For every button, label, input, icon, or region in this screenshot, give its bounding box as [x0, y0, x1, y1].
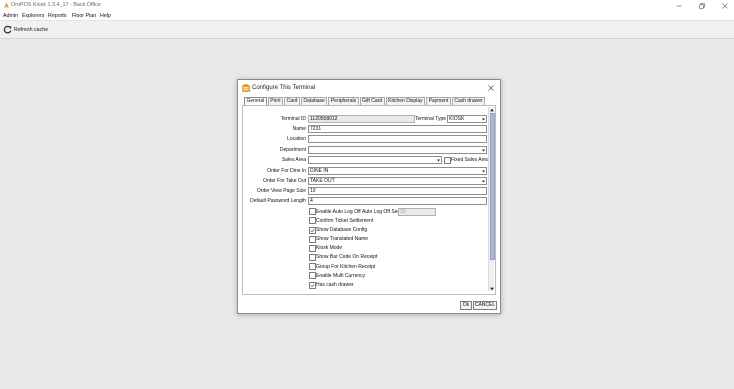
close-window-button[interactable] — [718, 1, 732, 10]
maximize-button[interactable] — [695, 1, 709, 10]
minimize-button[interactable] — [672, 1, 686, 10]
checkmark-icon — [310, 228, 315, 232]
tab-payment[interactable]: Payment — [426, 97, 451, 105]
has-cash-drawer-checkbox[interactable] — [309, 281, 316, 289]
has-cash-drawer-label: Has cash drawer — [316, 282, 354, 288]
minimize-icon — [676, 5, 682, 6]
show-translated-name-checkbox[interactable] — [309, 235, 316, 243]
show-database-config-checkbox[interactable] — [309, 226, 316, 234]
terminal-config-icon — [242, 84, 250, 92]
fixed-sales-area-label: Fixed Sales Area — [451, 157, 489, 163]
panel-scrollbar[interactable] — [488, 107, 495, 291]
order-view-page-size-field[interactable]: 10 — [308, 187, 487, 195]
group-for-kitchen-receipt-label: Group For Kitchen Receipt — [316, 263, 376, 270]
menu-floor-plan[interactable]: Floor Plan — [72, 13, 96, 19]
show-bar-code-on-receipt-checkbox[interactable] — [309, 253, 316, 261]
terminal-type-select[interactable]: KIOSK — [447, 115, 487, 123]
chevron-down-icon — [482, 118, 485, 120]
checkmark-icon — [310, 283, 315, 287]
restore-icon — [699, 2, 705, 9]
close-icon — [488, 85, 494, 91]
window-titlebar: OroPOS Kiosk 1.3.4_17 - Back Office — [0, 0, 734, 11]
menu-reports[interactable]: Reports — [48, 13, 67, 19]
menu-help[interactable]: Help — [100, 13, 111, 19]
terminal-type-value: KIOSK — [449, 116, 465, 122]
tab-print[interactable]: Print — [267, 97, 284, 105]
tab-cash-drawer[interactable]: Cash drawer — [451, 97, 486, 105]
refresh-cache-label: Refresh cache — [14, 26, 49, 33]
location-label: Location — [287, 136, 306, 142]
refresh-icon — [3, 25, 12, 34]
order-take-out-select[interactable]: TAKE OUT — [308, 177, 487, 185]
scroll-down-button[interactable] — [489, 286, 494, 291]
chevron-down-icon — [482, 170, 485, 172]
scroll-up-button[interactable] — [489, 107, 494, 112]
order-take-out-label: Order For Take Out — [263, 178, 306, 184]
order-dine-in-select[interactable]: DINE IN — [308, 167, 487, 175]
tab-kitchen-display[interactable]: Kitchen Display — [385, 97, 426, 105]
chevron-down-icon — [482, 180, 485, 182]
department-label: Department — [279, 147, 306, 153]
show-translated-name-label: Show Translated Name — [316, 236, 368, 242]
name-field[interactable]: 7231 — [308, 125, 487, 133]
sales-area-select[interactable] — [308, 156, 442, 164]
department-select[interactable] — [308, 146, 487, 154]
ok-button[interactable]: Ok — [460, 301, 472, 310]
terminal-type-label: Terminal Type — [415, 116, 447, 122]
sales-area-label: Sales Area — [281, 157, 306, 163]
menu-explorers[interactable]: Explorers — [22, 13, 44, 19]
default-password-length-label: Default Password Length — [250, 198, 306, 204]
tab-peripherals[interactable]: Peripherals — [328, 97, 359, 105]
order-take-out-value: TAKE OUT — [310, 178, 335, 184]
default-password-length-field[interactable]: 4 — [308, 197, 487, 205]
enable-multi-currency-checkbox[interactable] — [309, 272, 316, 279]
menu-admin[interactable]: Admin — [3, 13, 18, 19]
general-settings-panel: Terminal ID 1120558012 Terminal Type KIO… — [242, 105, 496, 295]
app-logo-icon — [4, 2, 9, 8]
auto-log-off-sec-label: Auto Log Off Sec — [362, 208, 400, 215]
toolbar: Refresh cache — [0, 21, 734, 39]
confirm-ticket-settlement-label: Confirm Ticket Settlement — [316, 217, 374, 224]
show-bar-code-on-receipt-label: Show Bar Code On Receipt — [316, 254, 378, 260]
enable-auto-log-off-checkbox[interactable] — [309, 208, 316, 215]
terminal-id-field: 1120558012 — [308, 115, 415, 123]
order-view-page-size-label: Order View Page Size — [256, 188, 306, 194]
tab-general[interactable]: General — [244, 97, 267, 105]
chevron-down-icon — [437, 159, 440, 161]
confirm-ticket-settlement-checkbox[interactable] — [309, 217, 316, 224]
auto-log-off-sec-field[interactable]: 10 — [398, 207, 436, 216]
enable-auto-log-off-label: Enable Auto Log Off — [316, 208, 361, 215]
dialog-close-button[interactable] — [486, 83, 496, 93]
chevron-down-icon — [489, 287, 494, 290]
tab-database[interactable]: Database — [300, 97, 328, 105]
scroll-thumb[interactable] — [489, 113, 495, 260]
dialog-title: Configure This Terminal — [252, 84, 316, 91]
enable-multi-currency-label: Enable Multi Currency — [316, 272, 366, 279]
order-dine-in-value: DINE IN — [310, 168, 329, 174]
chevron-up-icon — [489, 108, 494, 111]
close-icon — [722, 2, 728, 9]
dialog-titlebar: Configure This Terminal — [238, 80, 500, 96]
tab-card[interactable]: Card — [284, 97, 300, 105]
menu-bar: Admin Explorers Reports Floor Plan Help — [0, 11, 734, 21]
chevron-down-icon — [482, 149, 485, 151]
fixed-sales-area-checkbox[interactable] — [444, 156, 451, 164]
kiosk-mode-label: Kiosk Mode — [316, 245, 343, 251]
name-label: Name — [292, 126, 306, 132]
configure-terminal-dialog: Configure This Terminal General Print Ca… — [237, 79, 501, 314]
tab-strip: General Print Card Database Peripherals … — [244, 97, 486, 105]
refresh-cache-button[interactable]: Refresh cache — [3, 24, 48, 35]
group-for-kitchen-receipt-checkbox[interactable] — [309, 263, 316, 270]
cancel-button[interactable]: CANCEL — [473, 301, 497, 310]
kiosk-mode-checkbox[interactable] — [309, 244, 316, 252]
terminal-id-label: Terminal ID — [280, 116, 306, 122]
tab-gift-card[interactable]: Gift Card — [359, 97, 385, 105]
location-field[interactable] — [308, 135, 487, 143]
order-dine-in-label: Order For Dine In — [267, 168, 306, 174]
show-database-config-label: Show Database Config — [316, 227, 368, 233]
window-title: OroPOS Kiosk 1.3.4_17 - Back Office — [11, 2, 101, 8]
